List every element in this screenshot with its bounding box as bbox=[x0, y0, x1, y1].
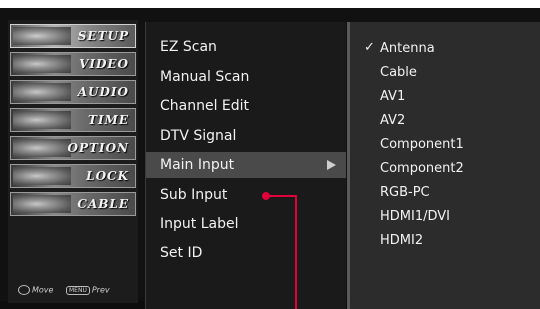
setup-icon bbox=[13, 27, 71, 45]
menu-item-label: EZ Scan bbox=[160, 39, 217, 55]
menu-item-channel-edit[interactable]: Channel Edit bbox=[146, 93, 346, 119]
tab-audio[interactable]: AUDIO bbox=[10, 80, 136, 104]
tab-label: OPTION bbox=[67, 141, 129, 155]
tab-label: CABLE bbox=[77, 197, 129, 211]
menu-item-dtv-signal[interactable]: DTV Signal bbox=[146, 123, 346, 149]
menu-item-label: DTV Signal bbox=[160, 128, 237, 144]
option-label: HDMI2 bbox=[380, 233, 424, 248]
menu-item-input-label[interactable]: Input Label bbox=[146, 211, 346, 237]
move-icon bbox=[18, 285, 30, 295]
menu-item-label: Channel Edit bbox=[160, 98, 250, 114]
option-component2[interactable]: Component2 bbox=[350, 158, 540, 182]
prev-label: Prev bbox=[91, 285, 110, 295]
option-label: Component2 bbox=[380, 161, 464, 176]
video-icon bbox=[13, 55, 71, 73]
option-label: AV1 bbox=[380, 89, 406, 104]
tab-cable[interactable]: CABLE bbox=[10, 192, 136, 216]
option-label: RGB-PC bbox=[380, 185, 430, 200]
menu-item-label: Input Label bbox=[160, 216, 239, 232]
setup-menu: EZ Scan Manual Scan Channel Edit DTV Sig… bbox=[145, 22, 346, 309]
option-antenna[interactable]: ✓ Antenna bbox=[350, 38, 540, 62]
tab-video[interactable]: VIDEO bbox=[10, 52, 136, 76]
submenu-arrow-icon bbox=[327, 160, 336, 170]
option-av1[interactable]: AV1 bbox=[350, 86, 540, 110]
tab-label: VIDEO bbox=[79, 57, 129, 71]
option-rgb-pc[interactable]: RGB-PC bbox=[350, 182, 540, 206]
tab-label: TIME bbox=[88, 113, 129, 127]
menu-key-icon: MENU bbox=[66, 285, 90, 295]
option-hdmi2[interactable]: HDMI2 bbox=[350, 230, 540, 254]
time-icon bbox=[13, 111, 71, 129]
menu-item-set-id[interactable]: Set ID bbox=[146, 240, 346, 266]
tab-label: SETUP bbox=[77, 29, 129, 43]
menu-item-manual-scan[interactable]: Manual Scan bbox=[146, 64, 346, 90]
pointer-line-horizontal bbox=[268, 195, 297, 197]
tab-label: AUDIO bbox=[77, 85, 129, 99]
audio-icon bbox=[13, 83, 71, 101]
tab-time[interactable]: TIME bbox=[10, 108, 136, 132]
tab-setup[interactable]: SETUP bbox=[10, 24, 136, 48]
option-label: HDMI1/DVI bbox=[380, 209, 450, 224]
option-hdmi1-dvi[interactable]: HDMI1/DVI bbox=[350, 206, 540, 230]
category-tabs: SETUP VIDEO AUDIO TIME OPTION LOCK CABLE bbox=[8, 20, 138, 303]
menu-item-label: Set ID bbox=[160, 245, 203, 261]
option-label: Cable bbox=[380, 65, 417, 80]
option-component1[interactable]: Component1 bbox=[350, 134, 540, 158]
tab-option[interactable]: OPTION bbox=[10, 136, 136, 160]
cable-icon bbox=[13, 195, 71, 213]
menu-item-sub-input[interactable]: Sub Input bbox=[146, 182, 346, 208]
navigation-hint: Move MENU Prev bbox=[18, 285, 110, 295]
menu-item-main-input[interactable]: Main Input bbox=[146, 152, 346, 178]
option-label: Antenna bbox=[380, 41, 435, 56]
option-label: Component1 bbox=[380, 137, 464, 152]
option-av2[interactable]: AV2 bbox=[350, 110, 540, 134]
osd-screen: SETUP VIDEO AUDIO TIME OPTION LOCK CABLE… bbox=[0, 0, 540, 309]
lock-icon bbox=[13, 167, 71, 185]
menu-item-label: Sub Input bbox=[160, 187, 228, 203]
tab-label: LOCK bbox=[86, 169, 129, 183]
menu-item-ez-scan[interactable]: EZ Scan bbox=[146, 34, 346, 60]
move-label: Move bbox=[32, 285, 54, 295]
checkmark-icon: ✓ bbox=[364, 40, 375, 55]
tab-lock[interactable]: LOCK bbox=[10, 164, 136, 188]
option-label: AV2 bbox=[380, 113, 406, 128]
option-cable[interactable]: Cable bbox=[350, 62, 540, 86]
menu-item-label: Manual Scan bbox=[160, 69, 250, 85]
option-icon bbox=[13, 139, 71, 157]
main-input-submenu: ✓ Antenna Cable AV1 AV2 Component1 Compo… bbox=[347, 22, 540, 309]
pointer-line-vertical bbox=[295, 195, 297, 309]
menu-item-label: Main Input bbox=[160, 157, 235, 173]
